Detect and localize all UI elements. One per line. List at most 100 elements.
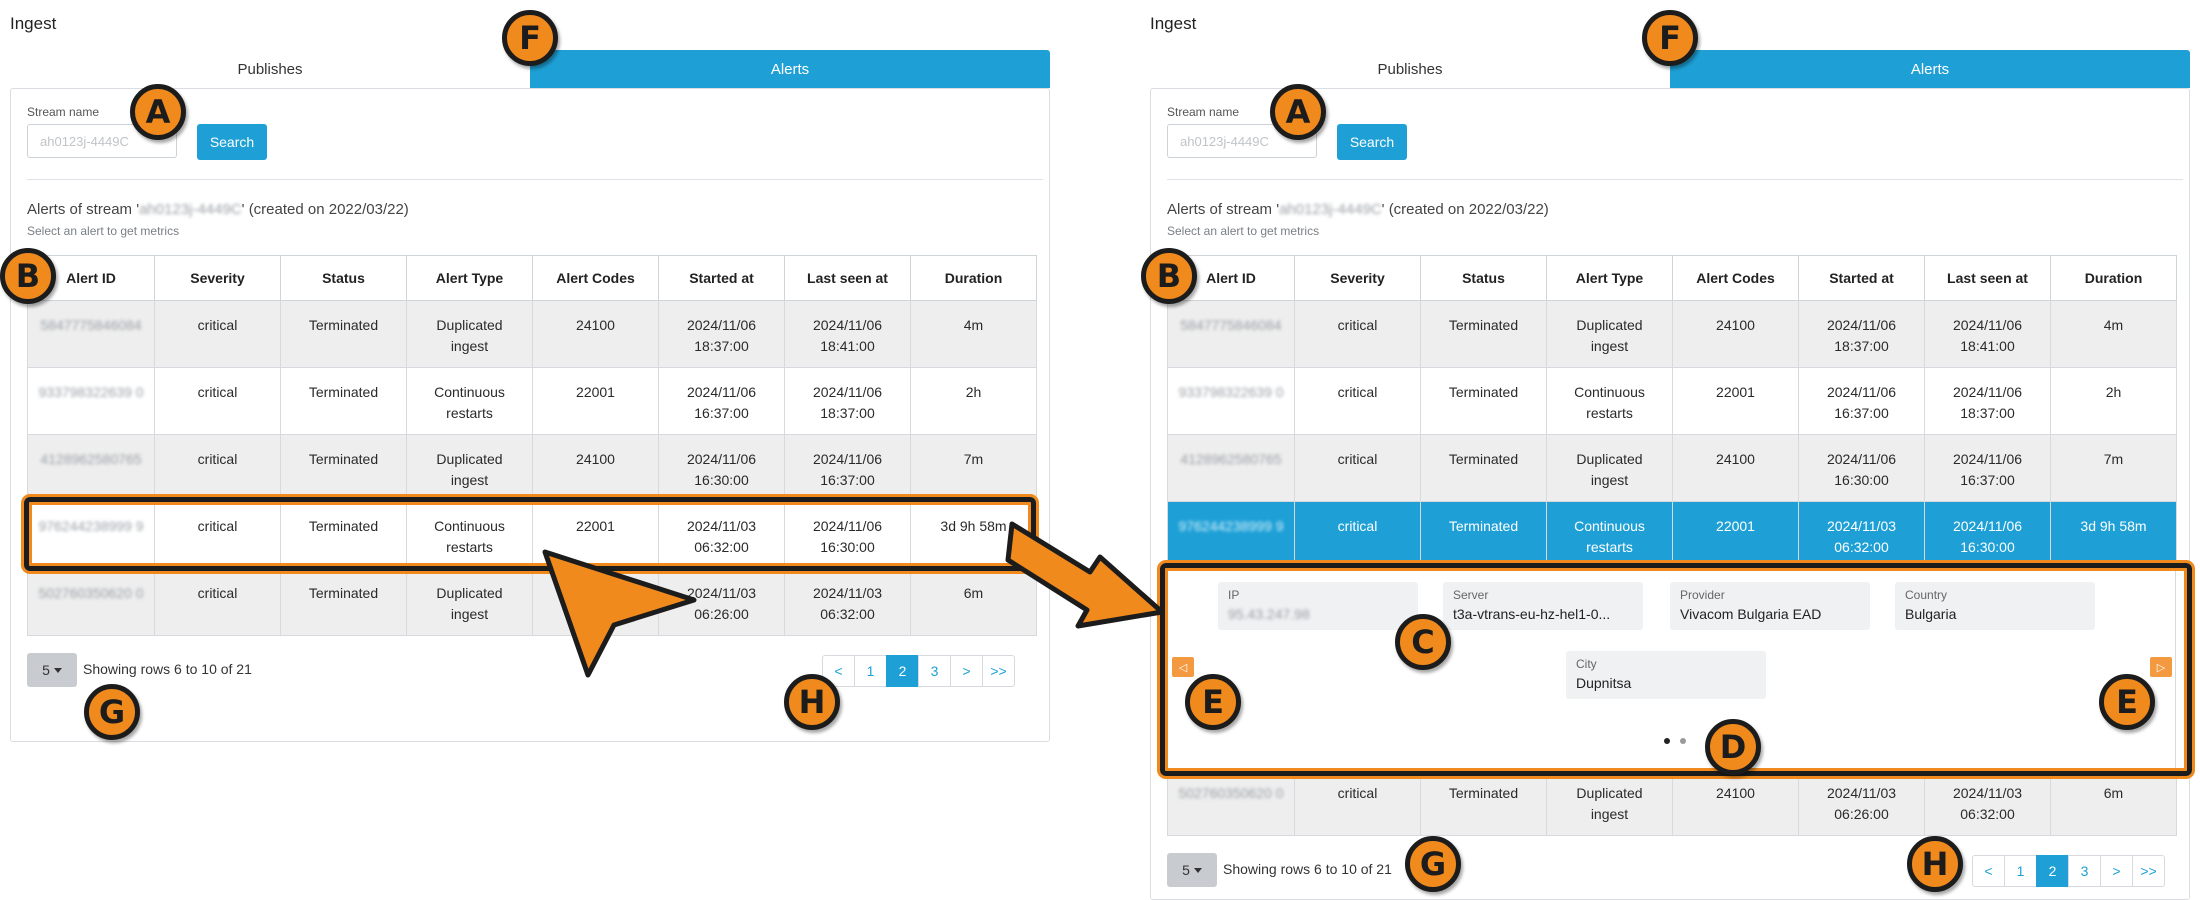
col-duration[interactable]: Duration xyxy=(2050,255,2177,301)
annotation-badge-g: G xyxy=(1405,836,1461,892)
col-started-at[interactable]: Started at xyxy=(1798,255,1925,301)
col-alert-codes[interactable]: Alert Codes xyxy=(532,255,659,301)
page-1-button[interactable]: 1 xyxy=(854,655,887,687)
page-1-button[interactable]: 1 xyxy=(2004,855,2037,887)
tab-alerts[interactable]: Alerts xyxy=(1670,50,2190,88)
started-at-cell: 2024/11/06 18:37:00 xyxy=(658,300,785,368)
alert-code-cell: 24100 xyxy=(532,568,659,636)
table-header-row: Alert ID Severity Status Alert Type Aler… xyxy=(27,255,1037,301)
page-prev-button[interactable]: < xyxy=(1972,855,2005,887)
started-time: 06:32:00 xyxy=(1834,539,1889,555)
table-row[interactable]: 5847775846084 critical Terminated Duplic… xyxy=(27,300,1037,368)
col-alert-type[interactable]: Alert Type xyxy=(406,255,533,301)
last-seen-date: 2024/11/06 xyxy=(812,451,883,467)
table-row-selected[interactable]: 976244238999 9 critical Terminated Conti… xyxy=(1167,501,2177,569)
col-duration[interactable]: Duration xyxy=(910,255,1037,301)
col-severity[interactable]: Severity xyxy=(1294,255,1421,301)
alert-id-cell: 502760350620 0 xyxy=(27,568,155,636)
alert-type-cell: Duplicated ingest xyxy=(406,300,533,368)
annotation-badge-a: A xyxy=(1270,84,1326,140)
page-size-dropdown[interactable]: 5 xyxy=(27,653,77,687)
tab-publishes[interactable]: Publishes xyxy=(10,50,530,88)
table-row[interactable]: 502760350620 0 critical Terminated Dupli… xyxy=(1167,768,2177,836)
table-row[interactable]: 933798322639 0 critical Terminated Conti… xyxy=(27,367,1037,435)
started-date: 2024/11/06 xyxy=(686,317,757,333)
alert-type-line1: Duplicated xyxy=(436,585,503,601)
alert-type-line1: Continuous xyxy=(1574,384,1645,400)
alert-type-line1: Duplicated xyxy=(1576,317,1643,333)
started-at-cell: 2024/11/06 16:37:00 xyxy=(1798,367,1925,435)
started-at-cell: 2024/11/03 06:26:00 xyxy=(658,568,785,636)
alert-code-cell: 24100 xyxy=(1672,300,1799,368)
alerts-subtitle: Select an alert to get metrics xyxy=(1167,224,1320,238)
last-seen-time: 18:41:00 xyxy=(820,338,875,354)
alert-id-cell: 4128962580765 xyxy=(27,434,155,502)
rows-info: Showing rows 6 to 10 of 21 xyxy=(83,661,252,677)
table-row[interactable]: 4128962580765 critical Terminated Duplic… xyxy=(1167,434,2177,502)
page-size-value: 5 xyxy=(42,662,50,678)
annotation-badge-f: F xyxy=(1642,10,1698,66)
alert-id: 933798322639 0 xyxy=(1178,384,1284,400)
page-last-button[interactable]: >> xyxy=(982,655,1015,687)
table-header-row: Alert ID Severity Status Alert Type Aler… xyxy=(1167,255,2177,301)
alert-code-cell: 22001 xyxy=(532,367,659,435)
col-alert-type[interactable]: Alert Type xyxy=(1546,255,1673,301)
rows-info: Showing rows 6 to 10 of 21 xyxy=(1223,861,1392,877)
stream-name-value: ah0123j-4449C xyxy=(139,201,242,218)
col-started-at[interactable]: Started at xyxy=(658,255,785,301)
started-time: 16:37:00 xyxy=(694,405,749,421)
pagination: < 1 2 3 > >> xyxy=(822,655,1015,687)
started-time: 06:26:00 xyxy=(694,606,749,622)
alert-id: 4128962580765 xyxy=(40,451,142,467)
table-row[interactable]: 4128962580765 critical Terminated Duplic… xyxy=(27,434,1037,502)
table-row[interactable]: 502760350620 0 critical Terminated Dupli… xyxy=(27,568,1037,636)
page-3-button[interactable]: 3 xyxy=(918,655,951,687)
page-2-button[interactable]: 2 xyxy=(886,655,919,687)
search-button[interactable]: Search xyxy=(197,124,267,160)
col-severity[interactable]: Severity xyxy=(154,255,281,301)
row-highlight-frame xyxy=(24,497,1036,571)
alert-type-cell: Duplicated ingest xyxy=(1546,434,1673,502)
alert-type-line1: Continuous xyxy=(434,384,505,400)
alert-id-cell: 933798322639 0 xyxy=(27,367,155,435)
last-seen-time: 18:37:00 xyxy=(1960,405,2015,421)
col-last-seen-at[interactable]: Last seen at xyxy=(784,255,911,301)
page-3-button[interactable]: 3 xyxy=(2068,855,2101,887)
page-size-dropdown[interactable]: 5 xyxy=(1167,853,1217,887)
last-seen-time: 18:41:00 xyxy=(1960,338,2015,354)
page-last-button[interactable]: >> xyxy=(2132,855,2165,887)
last-seen-time: 16:37:00 xyxy=(820,472,875,488)
tab-alerts[interactable]: Alerts xyxy=(530,50,1050,88)
page-next-button[interactable]: > xyxy=(950,655,983,687)
duration-cell: 7m xyxy=(2050,434,2177,502)
page-title: Ingest xyxy=(1150,14,1197,33)
duration-cell: 6m xyxy=(2050,768,2177,836)
col-alert-codes[interactable]: Alert Codes xyxy=(1672,255,1799,301)
page-title: Ingest xyxy=(10,14,57,33)
alert-id-cell: 502760350620 0 xyxy=(1167,768,1295,836)
alerts-card: Stream name Search Alerts of stream 'ah0… xyxy=(1150,88,2190,900)
started-time: 18:37:00 xyxy=(694,338,749,354)
table-row[interactable]: 5847775846084 critical Terminated Duplic… xyxy=(1167,300,2177,368)
duration-cell: 3d 9h 58m xyxy=(2050,501,2177,569)
search-group: Stream name Search xyxy=(27,105,267,160)
annotation-badge-d: D xyxy=(1705,719,1761,775)
alert-id-cell: 5847775846084 xyxy=(27,300,155,368)
search-button[interactable]: Search xyxy=(1337,124,1407,160)
alert-type-line2: restarts xyxy=(446,405,493,421)
col-status[interactable]: Status xyxy=(1420,255,1547,301)
last-seen-cell: 2024/11/03 06:32:00 xyxy=(1924,768,2051,836)
page-next-button[interactable]: > xyxy=(2100,855,2133,887)
col-status[interactable]: Status xyxy=(280,255,407,301)
col-last-seen-at[interactable]: Last seen at xyxy=(1924,255,2051,301)
table-row[interactable]: 933798322639 0 critical Terminated Conti… xyxy=(1167,367,2177,435)
last-seen-cell: 2024/11/06 18:37:00 xyxy=(1924,367,2051,435)
tab-publishes[interactable]: Publishes xyxy=(1150,50,1670,88)
pagination: < 1 2 3 > >> xyxy=(1972,855,2165,887)
annotation-badge-e: E xyxy=(2099,674,2155,730)
alert-type-line1: Duplicated xyxy=(1576,785,1643,801)
page-2-button[interactable]: 2 xyxy=(2036,855,2069,887)
started-date: 2024/11/06 xyxy=(1826,451,1897,467)
alerts-heading-suffix: ' (created on 2022/03/22) xyxy=(241,201,409,218)
status-cell: Terminated xyxy=(1420,300,1547,368)
